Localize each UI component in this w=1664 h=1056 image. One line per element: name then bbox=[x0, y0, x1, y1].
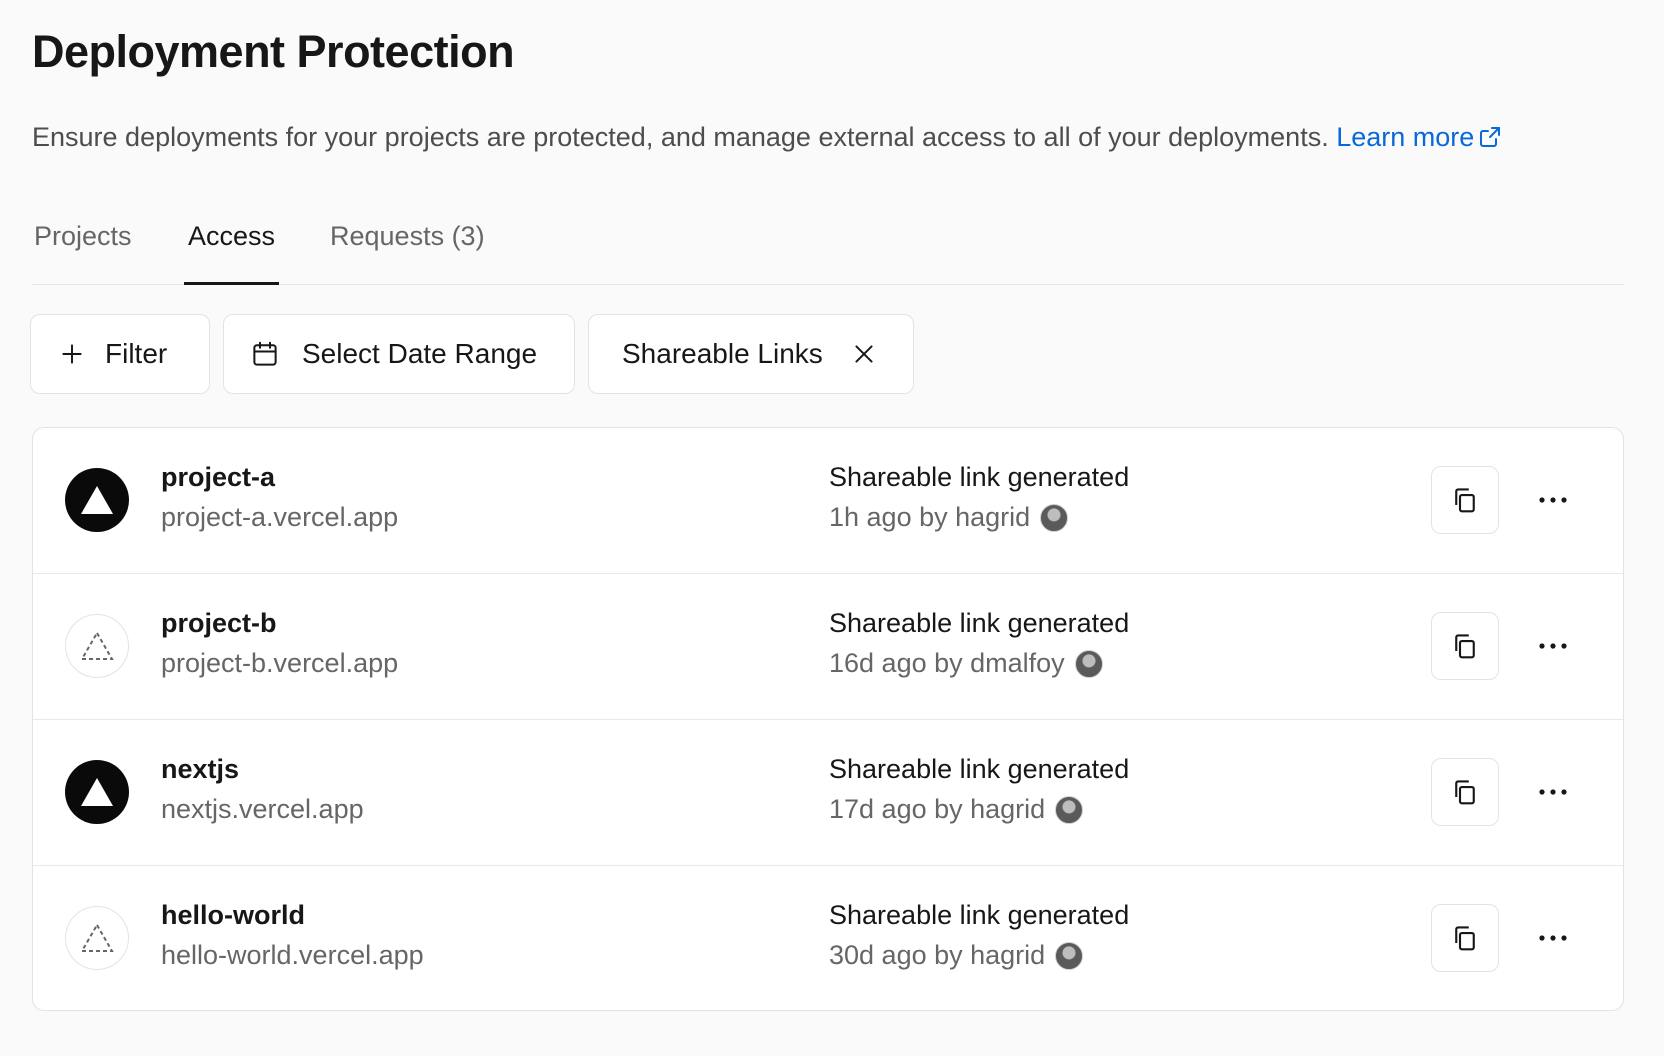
project-avatar bbox=[65, 906, 129, 970]
copy-link-button[interactable] bbox=[1431, 758, 1499, 826]
close-icon[interactable] bbox=[851, 341, 877, 367]
more-icon bbox=[1539, 789, 1567, 795]
event-meta: 17d ago by hagrid bbox=[829, 794, 1084, 825]
filter-button[interactable]: Filter bbox=[30, 314, 210, 394]
tab-bar: Projects Access Requests (3) bbox=[32, 214, 1624, 285]
dashed-triangle-icon bbox=[80, 630, 114, 660]
event-title: Shareable link generated bbox=[829, 754, 1130, 784]
avatar bbox=[1055, 941, 1084, 970]
date-range-label: Select Date Range bbox=[302, 338, 538, 369]
calendar-icon bbox=[250, 339, 280, 369]
more-options-button[interactable] bbox=[1533, 626, 1573, 666]
more-icon bbox=[1539, 935, 1567, 941]
page-title: Deployment Protection bbox=[32, 26, 515, 77]
learn-more-label: Learn more bbox=[1336, 122, 1475, 152]
project-avatar bbox=[65, 468, 129, 532]
learn-more-link[interactable]: Learn more bbox=[1336, 122, 1502, 152]
project-url[interactable]: nextjs.vercel.app bbox=[161, 794, 364, 825]
date-range-button[interactable]: Select Date Range bbox=[223, 314, 575, 394]
page: Deployment Protection Ensure deployments… bbox=[0, 0, 1664, 1056]
more-icon bbox=[1539, 497, 1567, 503]
tab-access[interactable]: Access bbox=[183, 214, 280, 285]
external-link-icon bbox=[1478, 125, 1502, 156]
project-name[interactable]: project-a bbox=[161, 462, 275, 493]
event-title: Shareable link generated bbox=[829, 608, 1130, 638]
tab-requests[interactable]: Requests (3) bbox=[330, 214, 485, 284]
list-item: project-b project-b.vercel.app Shareable… bbox=[33, 574, 1623, 720]
dashed-triangle-icon bbox=[80, 922, 114, 952]
event-title: Shareable link generated bbox=[829, 462, 1130, 492]
copy-link-button[interactable] bbox=[1431, 904, 1499, 972]
project-name[interactable]: hello-world bbox=[161, 900, 305, 931]
solid-triangle-icon bbox=[81, 778, 113, 806]
project-url[interactable]: project-b.vercel.app bbox=[161, 648, 398, 679]
filter-label: Filter bbox=[105, 338, 168, 369]
event-time-user: 17d ago by hagrid bbox=[829, 794, 1046, 824]
event-meta: 30d ago by hagrid bbox=[829, 940, 1084, 971]
list-item: project-a project-a.vercel.app Shareable… bbox=[33, 428, 1623, 574]
avatar bbox=[1074, 649, 1103, 678]
more-options-button[interactable] bbox=[1533, 480, 1573, 520]
event-time-user: 16d ago by dmalfoy bbox=[829, 648, 1065, 678]
project-name[interactable]: project-b bbox=[161, 608, 277, 639]
project-avatar bbox=[65, 760, 129, 824]
more-options-button[interactable] bbox=[1533, 918, 1573, 958]
avatar bbox=[1040, 503, 1069, 532]
avatar bbox=[1055, 795, 1084, 824]
copy-link-button[interactable] bbox=[1431, 466, 1499, 534]
active-filter-label: Shareable Links bbox=[622, 338, 823, 369]
list-item: hello-world hello-world.vercel.app Share… bbox=[33, 866, 1623, 1010]
event-meta: 1h ago by hagrid bbox=[829, 502, 1069, 533]
copy-icon bbox=[1455, 634, 1475, 659]
copy-icon bbox=[1455, 926, 1475, 951]
solid-triangle-icon bbox=[81, 486, 113, 514]
tab-projects[interactable]: Projects bbox=[34, 214, 132, 284]
project-url[interactable]: hello-world.vercel.app bbox=[161, 940, 424, 971]
list-item: nextjs nextjs.vercel.app Shareable link … bbox=[33, 720, 1623, 866]
page-description: Ensure deployments for your projects are… bbox=[32, 122, 1502, 156]
project-avatar bbox=[65, 614, 129, 678]
access-list: project-a project-a.vercel.app Shareable… bbox=[32, 427, 1624, 1011]
copy-icon bbox=[1455, 488, 1475, 513]
event-meta: 16d ago by dmalfoy bbox=[829, 648, 1103, 679]
event-time-user: 30d ago by hagrid bbox=[829, 940, 1046, 970]
copy-icon bbox=[1455, 780, 1475, 805]
shareable-links-filter-chip[interactable]: Shareable Links bbox=[588, 314, 914, 394]
more-options-button[interactable] bbox=[1533, 772, 1573, 812]
more-icon bbox=[1539, 643, 1567, 649]
project-url[interactable]: project-a.vercel.app bbox=[161, 502, 398, 533]
event-title: Shareable link generated bbox=[829, 900, 1130, 930]
plus-icon bbox=[59, 341, 85, 367]
project-name[interactable]: nextjs bbox=[161, 754, 239, 785]
copy-link-button[interactable] bbox=[1431, 612, 1499, 680]
event-time-user: 1h ago by hagrid bbox=[829, 502, 1031, 532]
description-text: Ensure deployments for your projects are… bbox=[32, 122, 1329, 152]
